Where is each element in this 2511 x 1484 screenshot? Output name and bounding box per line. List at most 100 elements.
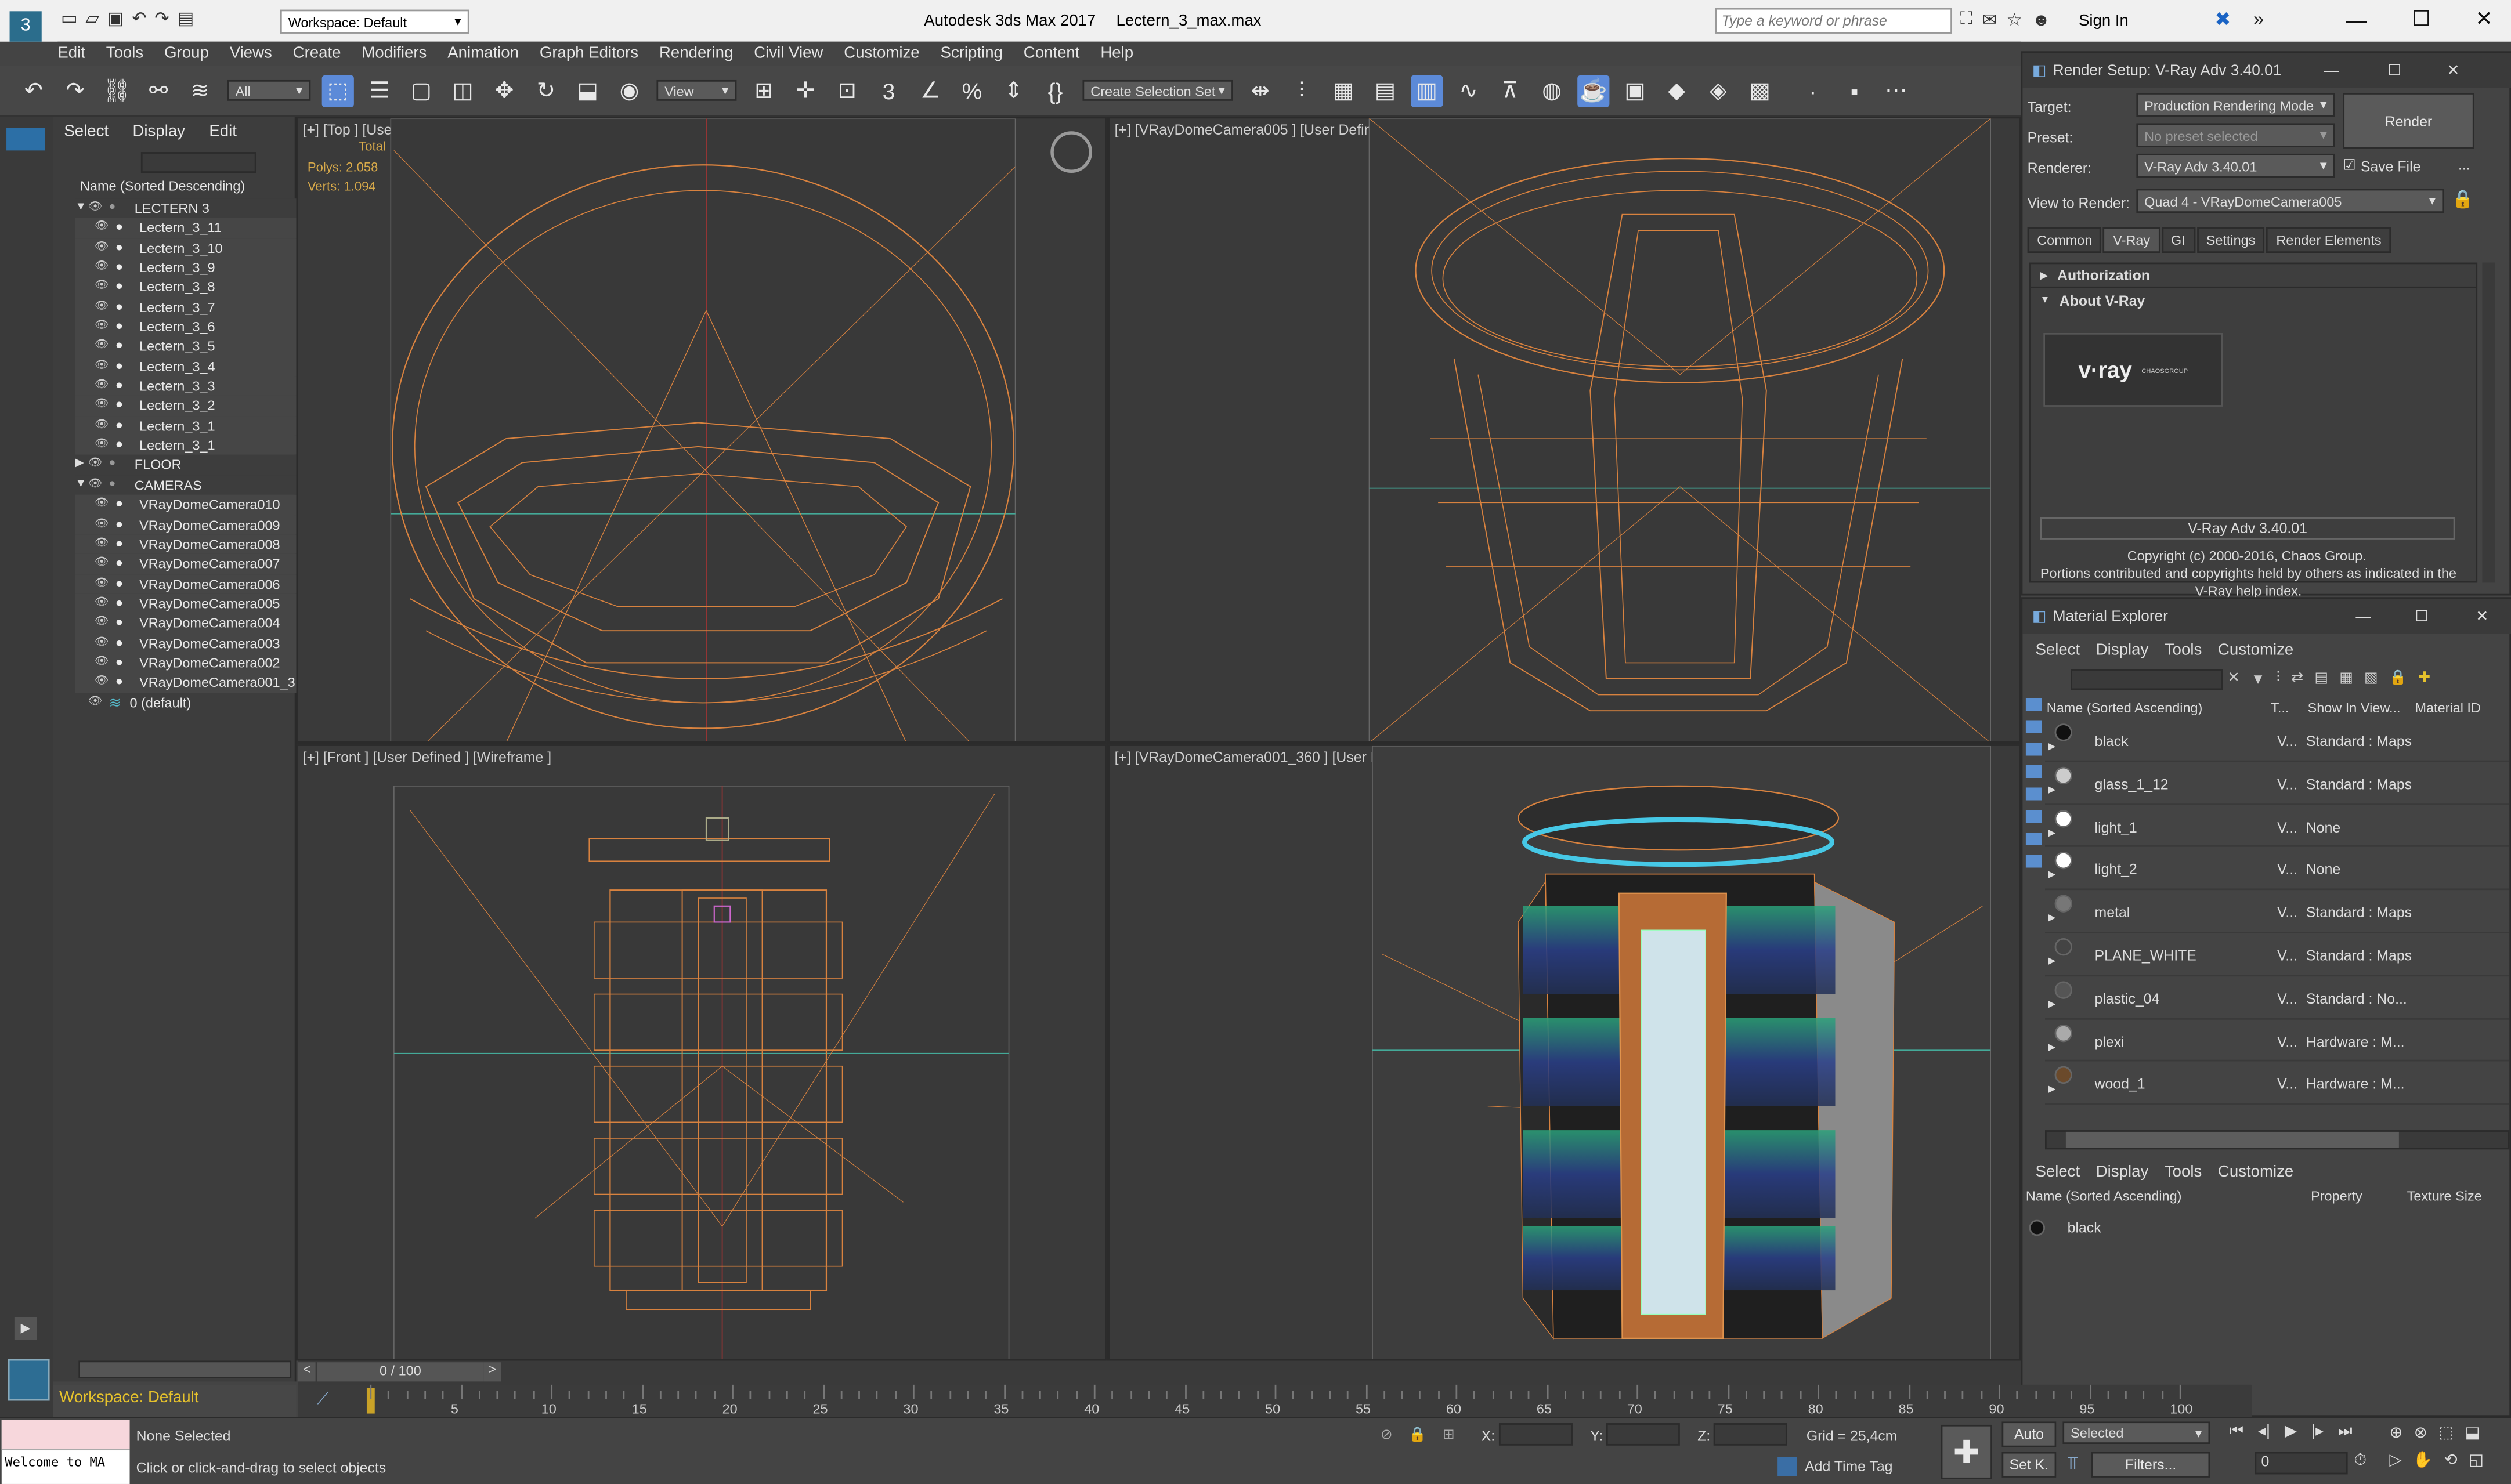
- zoom-all-icon[interactable]: ⊗: [2414, 1425, 2427, 1442]
- maximize-viewport-icon[interactable]: ◱: [2469, 1452, 2484, 1469]
- material-explorer-close-icon[interactable]: ✕: [2476, 607, 2488, 625]
- visibility-eye-icon[interactable]: 👁: [95, 593, 111, 613]
- maxscript-listener[interactable]: Welcome to MA: [1, 1420, 130, 1484]
- render-button[interactable]: Render: [2343, 93, 2474, 149]
- render-setup-maximize-icon[interactable]: ☐: [2388, 61, 2402, 79]
- scene-row[interactable]: 👁 ● VRayDomeCamera001_3: [75, 672, 297, 693]
- undo-icon[interactable]: ↶: [17, 74, 49, 106]
- expand-arrow-icon[interactable]: ▶: [2048, 913, 2056, 924]
- link-icon[interactable]: ⛓: [101, 74, 133, 106]
- track-bar-curve-icon[interactable]: ⟋: [317, 1391, 328, 1409]
- place-icon[interactable]: ◉: [613, 74, 645, 106]
- help-icon[interactable]: »: [2253, 8, 2264, 31]
- material-horizontal-scrollbar[interactable]: [2045, 1130, 2510, 1150]
- redo-icon[interactable]: ↷: [154, 8, 169, 29]
- vray-frame-buffer-icon[interactable]: ▩: [1744, 74, 1776, 106]
- menu-item-help[interactable]: Help: [1100, 45, 1133, 62]
- selection-lock-icon[interactable]: 🔒: [1408, 1427, 1426, 1444]
- visibility-eye-icon[interactable]: 👁: [95, 554, 111, 574]
- save-file-checkbox[interactable]: ☑ Save File: [2343, 157, 2420, 174]
- layers-icon[interactable]: ▤: [2314, 669, 2328, 686]
- keyboard-shortcut-icon[interactable]: ⊡: [831, 74, 863, 106]
- expand-arrow-icon[interactable]: ▶: [2048, 741, 2056, 752]
- menu-item-civil-view[interactable]: Civil View: [754, 45, 823, 62]
- scene-row[interactable]: 👁 ● Lectern_3_9: [75, 258, 297, 278]
- redo-icon[interactable]: ↷: [59, 74, 91, 106]
- visibility-eye-icon[interactable]: 👁: [88, 455, 104, 475]
- expand-arrow-icon[interactable]: ▶: [2048, 1041, 2056, 1053]
- tab-v-ray[interactable]: V-Ray: [2103, 227, 2160, 253]
- scene-explorer-tab-icon[interactable]: [6, 128, 45, 151]
- visibility-eye-icon[interactable]: 👁: [95, 515, 111, 534]
- ribbon-toggle-icon[interactable]: ▥: [1411, 74, 1443, 107]
- material-explorer-minimize-icon[interactable]: —: [2355, 607, 2371, 625]
- zoom-extents-all-icon[interactable]: ⬓: [2465, 1425, 2480, 1442]
- scene-row[interactable]: 👁 ● Lectern_3_4: [75, 356, 297, 377]
- expand-arrow-icon[interactable]: ▶: [75, 455, 88, 475]
- scene-row[interactable]: 👁 ● VRayDomeCamera009: [75, 515, 297, 535]
- binoculars-icon[interactable]: ⛶: [1960, 10, 1972, 31]
- pan-icon[interactable]: ✋: [2413, 1452, 2433, 1469]
- communication-icon[interactable]: ✉: [1982, 10, 1997, 30]
- scene-row[interactable]: 👁 ● Lectern_3_6: [75, 317, 297, 337]
- menu-item-group[interactable]: Group: [164, 45, 209, 62]
- render-state-icon[interactable]: ●: [115, 554, 128, 574]
- scene-row[interactable]: 👁 ● Lectern_3_3: [75, 376, 297, 396]
- lower-material-menu-customize[interactable]: Customize: [2218, 1164, 2293, 1181]
- scene-row[interactable]: ▼ 👁 ● LECTERN 3: [75, 198, 297, 219]
- orbit-icon[interactable]: ⟲: [2444, 1452, 2458, 1469]
- material-row[interactable]: ▶ plexi V... Hardware : M...: [2045, 1019, 2510, 1062]
- scene-row[interactable]: 👁 ● VRayDomeCamera002: [75, 653, 297, 673]
- render-state-icon[interactable]: ●: [115, 357, 128, 377]
- tab-common[interactable]: Common: [2027, 227, 2102, 253]
- visibility-eye-icon[interactable]: 👁: [95, 436, 111, 455]
- selection-filter-dropdown[interactable]: All ▾: [227, 79, 311, 101]
- menu-item-graph-editors[interactable]: Graph Editors: [540, 45, 638, 62]
- menu-item-scripting[interactable]: Scripting: [941, 45, 1003, 62]
- visibility-eye-icon[interactable]: 👁: [95, 377, 111, 396]
- scene-row[interactable]: 👁 ● Lectern_3_8: [75, 277, 297, 298]
- render-state-icon[interactable]: ●: [115, 377, 128, 396]
- user-icon[interactable]: ☻: [2032, 10, 2050, 30]
- render-setup-icon[interactable]: ☕: [1577, 74, 1610, 107]
- set-key-button[interactable]: Set K.: [2001, 1452, 2057, 1478]
- project-folder-icon[interactable]: ▤: [178, 8, 194, 29]
- unlink-icon[interactable]: ⚯: [143, 74, 175, 106]
- workspace-status[interactable]: Workspace: Default: [53, 1384, 297, 1417]
- render-setup-close-icon[interactable]: ✕: [2447, 61, 2460, 79]
- hierarchy-icon[interactable]: ⫶: [2277, 669, 2280, 686]
- scene-row[interactable]: 👁 ● Lectern_3_1: [75, 435, 297, 455]
- scene-menu-edit[interactable]: Edit: [209, 123, 237, 140]
- tab-render-elements[interactable]: Render Elements: [2266, 227, 2391, 253]
- lower-material-row[interactable]: black: [2029, 1212, 2101, 1244]
- material-menu-display[interactable]: Display: [2096, 642, 2149, 660]
- render-state-icon[interactable]: ●: [115, 317, 128, 337]
- viewport-camera005[interactable]: [+] [VRayDomeCamera005 ] [User Defined ]…: [1108, 117, 2021, 743]
- rotate-icon[interactable]: ↻: [530, 74, 562, 106]
- lower-material-menu-tools[interactable]: Tools: [2165, 1164, 2202, 1181]
- render-state-icon[interactable]: ●: [115, 534, 128, 554]
- lock-view-icon[interactable]: 🔒: [2452, 189, 2474, 209]
- sign-in-link[interactable]: Sign In: [2079, 13, 2129, 30]
- visibility-eye-icon[interactable]: 👁: [88, 475, 104, 495]
- render-state-icon[interactable]: ●: [115, 337, 128, 357]
- scene-row[interactable]: 👁 ● Lectern_3_11: [75, 218, 297, 238]
- lower-property-header[interactable]: Property: [2311, 1188, 2362, 1204]
- x-coordinate-field[interactable]: [1498, 1423, 1573, 1446]
- search-input[interactable]: Type a keyword or phrase: [1715, 8, 1952, 34]
- undo-icon[interactable]: ↶: [132, 8, 146, 29]
- visibility-eye-icon[interactable]: 👁: [88, 693, 104, 712]
- material-name-header[interactable]: Name (Sorted Ascending): [2047, 700, 2203, 716]
- scene-row[interactable]: 👁 ● VRayDomeCamera007: [75, 554, 297, 574]
- visibility-eye-icon[interactable]: 👁: [95, 277, 111, 297]
- key-mode-plus-button[interactable]: ✚: [1941, 1424, 1992, 1479]
- app-logo-icon[interactable]: 3: [9, 11, 42, 42]
- render-options-ellipsis[interactable]: ...: [2458, 157, 2470, 173]
- maximize-icon[interactable]: ☐: [2412, 6, 2430, 32]
- preset-dropdown[interactable]: No preset selected ▾: [2136, 123, 2335, 147]
- edit-named-selection-icon[interactable]: {}: [1039, 74, 1071, 106]
- pivot-center-icon[interactable]: ⊞: [748, 74, 780, 106]
- percent-snap-icon[interactable]: %: [956, 74, 988, 106]
- scene-row[interactable]: 👁 ● Lectern_3_1: [75, 415, 297, 436]
- new-file-icon[interactable]: ▭: [61, 8, 78, 29]
